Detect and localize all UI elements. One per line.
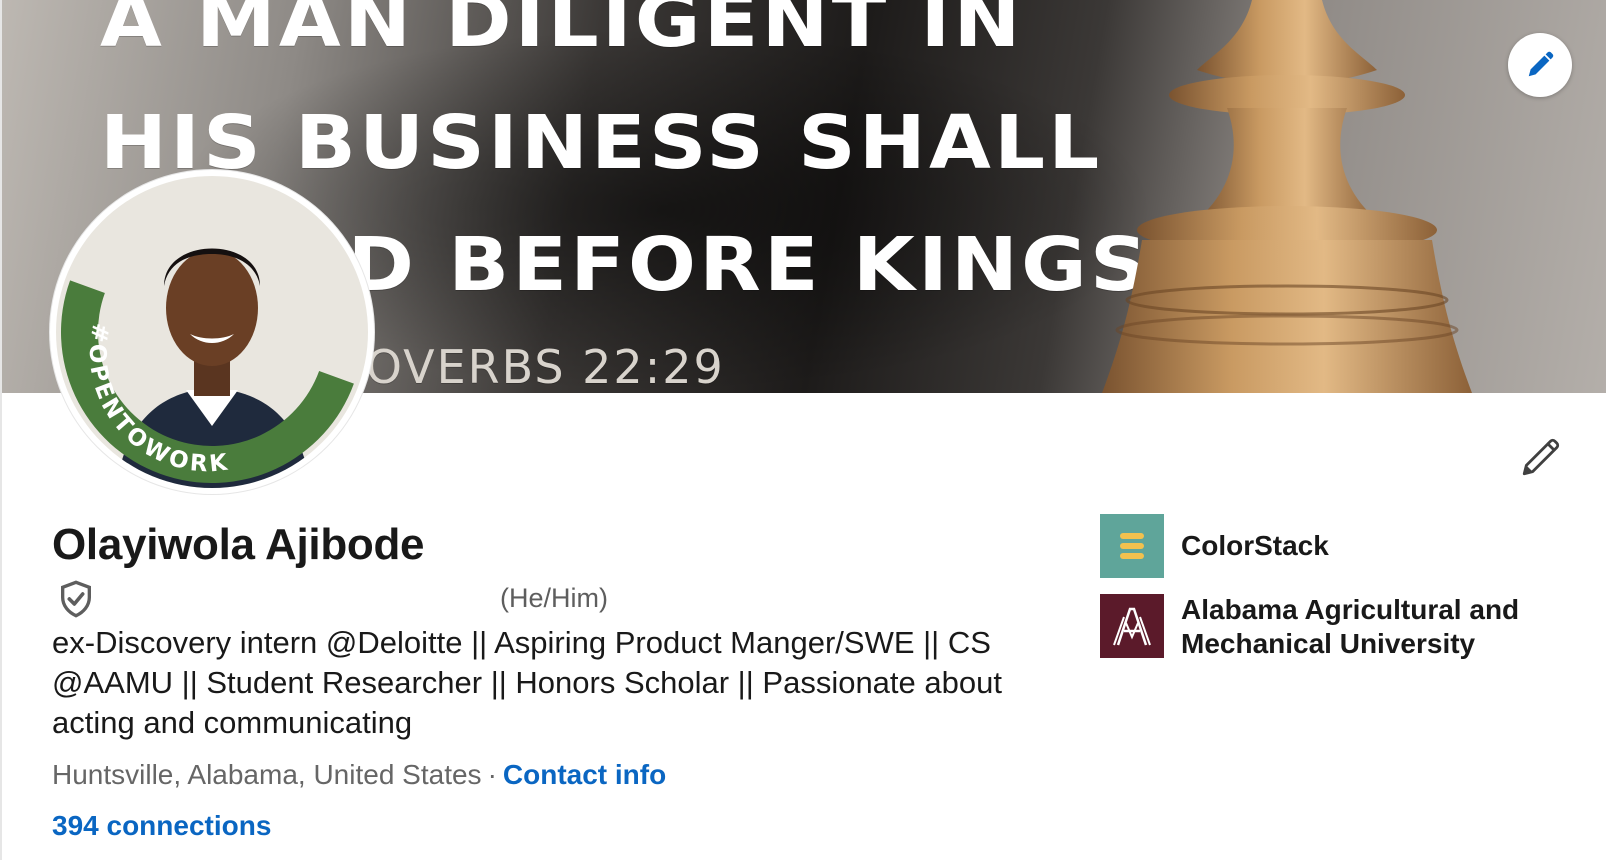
- pencil-icon: [1528, 51, 1554, 77]
- location-row: Huntsville, Alabama, United States · Conta…: [52, 759, 666, 791]
- pronouns: (He/Him): [500, 583, 608, 613]
- profile-headline: ex-Discovery intern @Deloitte || Aspirin…: [52, 625, 1002, 740]
- banner-text-line-1: A MAN DILIGENT IN: [100, 0, 1024, 64]
- edit-banner-button[interactable]: [1508, 33, 1572, 97]
- organization-name: ColorStack: [1181, 530, 1329, 561]
- edit-profile-button[interactable]: [1516, 434, 1564, 482]
- shield-check-icon[interactable]: [56, 578, 96, 620]
- pencil-icon: [1522, 438, 1560, 476]
- organization-name: Alabama Agricultural and Mechanical Univ…: [1181, 594, 1520, 659]
- stack-icon: [1120, 533, 1144, 559]
- colorstack-logo: [1100, 514, 1164, 578]
- profile-name: Olayiwola Ajibode: [52, 520, 425, 569]
- aamu-monogram-icon: [1113, 607, 1151, 646]
- organization-colorstack[interactable]: ColorStack: [1100, 514, 1561, 578]
- connections-link[interactable]: 394 connections: [52, 810, 271, 842]
- profile-avatar[interactable]: #OPENTOWORK: [50, 170, 374, 494]
- avatar-photo: #OPENTOWORK: [56, 176, 368, 488]
- location-text: Huntsville, Alabama, United States: [52, 759, 482, 790]
- banner-text-line-2: HIS BUSINESS SHALL: [100, 100, 1103, 186]
- profile-card: A MAN DILIGENT IN HIS BUSINESS SHALL STA…: [0, 0, 1606, 860]
- aamu-logo: [1100, 594, 1164, 658]
- organization-aamu[interactable]: Alabama Agricultural and Mechanical Univ…: [1100, 594, 1561, 661]
- separator-dot: ·: [487, 759, 497, 790]
- contact-info-link[interactable]: Contact info: [503, 759, 666, 790]
